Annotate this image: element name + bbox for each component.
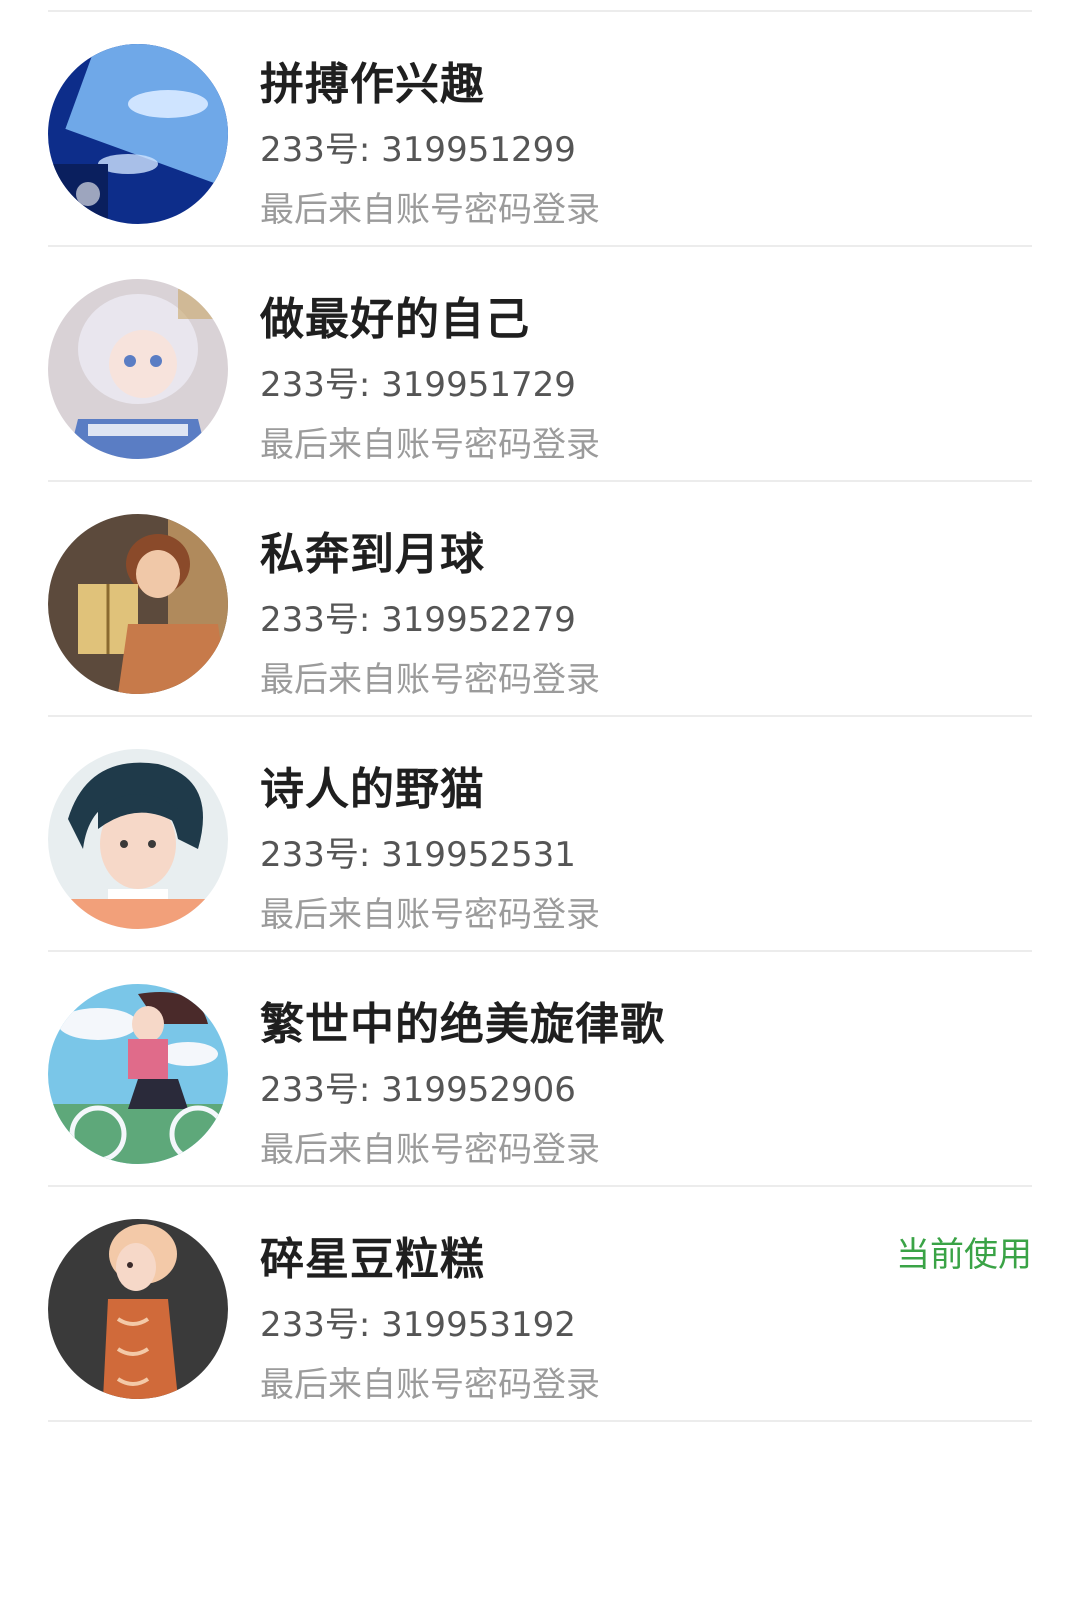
id-number: 319952531 xyxy=(381,835,576,875)
avatar xyxy=(48,749,228,929)
account-nickname: 私奔到月球 xyxy=(260,529,485,580)
avatar xyxy=(48,514,228,694)
divider xyxy=(48,1420,1032,1422)
account-id: 233号: 319951729 xyxy=(260,357,576,406)
avatar-orange-shirt-girl-icon xyxy=(48,1219,228,1399)
account-nickname: 诗人的野猫 xyxy=(260,764,485,815)
id-number: 319952279 xyxy=(381,600,576,640)
account-nickname: 繁世中的绝美旋律歌 xyxy=(260,999,665,1050)
account-id: 233号: 319951299 xyxy=(260,122,576,171)
account-row[interactable]: 碎星豆粒糕 当前使用 233号: 319953192 最后来自账号密码登录 xyxy=(48,1187,1032,1427)
id-prefix: 233号: xyxy=(260,1070,382,1110)
login-source: 最后来自账号密码登录 xyxy=(260,1365,600,1405)
id-number: 319951729 xyxy=(381,365,576,405)
id-prefix: 233号: xyxy=(260,365,382,405)
id-prefix: 233号: xyxy=(260,835,382,875)
account-switch-list: 拼搏作兴趣 233号: 319951299 最后来自账号密码登录 做最好的自己 … xyxy=(0,0,1080,1615)
login-source: 最后来自账号密码登录 xyxy=(260,895,600,935)
id-prefix: 233号: xyxy=(260,130,382,170)
login-source: 最后来自账号密码登录 xyxy=(260,1130,600,1170)
account-nickname: 拼搏作兴趣 xyxy=(260,59,485,110)
avatar xyxy=(48,279,228,459)
id-prefix: 233号: xyxy=(260,600,382,640)
account-id: 233号: 319952279 xyxy=(260,592,576,641)
account-id: 233号: 319952531 xyxy=(260,827,576,876)
login-source: 最后来自账号密码登录 xyxy=(260,425,600,465)
id-number: 319953192 xyxy=(381,1305,576,1345)
id-prefix: 233号: xyxy=(260,1305,382,1345)
account-row[interactable]: 繁世中的绝美旋律歌 233号: 319952906 最后来自账号密码登录 xyxy=(48,952,1032,1192)
current-account-label: 当前使用 xyxy=(896,1235,1032,1275)
avatar xyxy=(48,1219,228,1399)
login-source: 最后来自账号密码登录 xyxy=(260,190,600,230)
avatar xyxy=(48,984,228,1164)
avatar-blue-sky-window-icon xyxy=(48,44,228,224)
account-row[interactable]: 做最好的自己 233号: 319951729 最后来自账号密码登录 xyxy=(48,247,1032,487)
account-row[interactable]: 诗人的野猫 233号: 319952531 最后来自账号密码登录 xyxy=(48,717,1032,957)
account-row[interactable]: 拼搏作兴趣 233号: 319951299 最后来自账号密码登录 xyxy=(48,12,1032,252)
account-id: 233号: 319953192 xyxy=(260,1297,576,1346)
avatar xyxy=(48,44,228,224)
id-number: 319952906 xyxy=(381,1070,576,1110)
login-source: 最后来自账号密码登录 xyxy=(260,660,600,700)
account-row[interactable]: 私奔到月球 233号: 319952279 最后来自账号密码登录 xyxy=(48,482,1032,722)
account-nickname: 碎星豆粒糕 xyxy=(260,1234,485,1285)
account-id: 233号: 319952906 xyxy=(260,1062,576,1111)
avatar-girl-reading-book-icon xyxy=(48,514,228,694)
avatar-girl-on-bicycle-icon xyxy=(48,984,228,1164)
account-nickname: 做最好的自己 xyxy=(260,294,530,345)
id-number: 319951299 xyxy=(381,130,576,170)
avatar-dark-hair-boy-icon xyxy=(48,749,228,929)
avatar-silver-hair-anime-girl-icon xyxy=(48,279,228,459)
